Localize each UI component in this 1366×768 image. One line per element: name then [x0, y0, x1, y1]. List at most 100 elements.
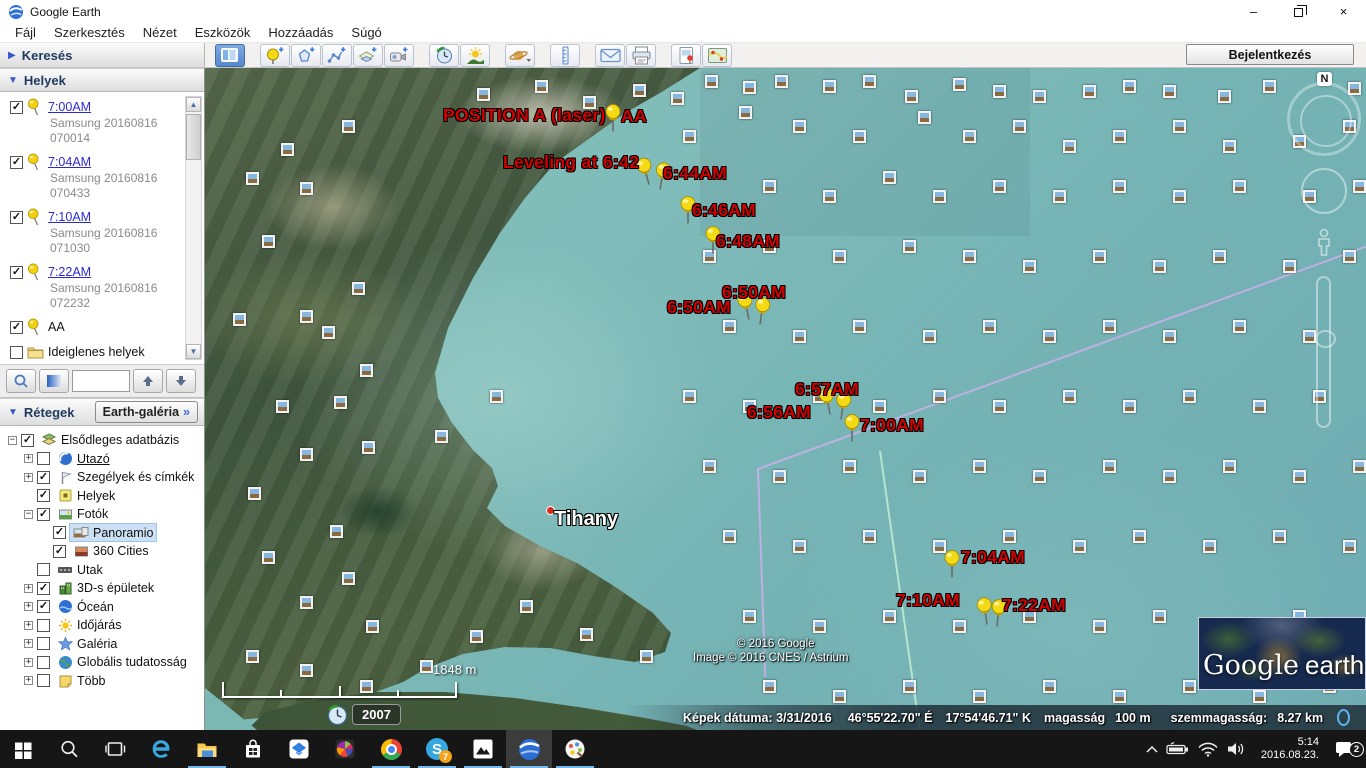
email-button[interactable] — [595, 44, 625, 67]
scroll-up-button[interactable]: ▲ — [186, 97, 201, 112]
panoramio-photo-icon[interactable] — [352, 282, 365, 295]
panoramio-photo-icon[interactable] — [1203, 540, 1216, 553]
panoramio-photo-icon[interactable] — [1153, 260, 1166, 273]
panoramio-photo-icon[interactable] — [1343, 250, 1356, 263]
panoramio-photo-icon[interactable] — [248, 487, 261, 500]
panoramio-photo-icon[interactable] — [723, 320, 736, 333]
panoramio-photo-icon[interactable] — [281, 143, 294, 156]
layer-checkbox[interactable] — [37, 452, 50, 465]
panoramio-photo-icon[interactable] — [823, 80, 836, 93]
layer-checkbox[interactable] — [37, 563, 50, 576]
scroll-down-button[interactable]: ▼ — [186, 344, 201, 359]
panoramio-photo-icon[interactable] — [833, 690, 846, 703]
add-path-button[interactable] — [322, 44, 352, 67]
taskbar-clock[interactable]: 5:14 2016.08.23. — [1261, 736, 1319, 762]
panoramio-photo-icon[interactable] — [1283, 260, 1296, 273]
panoramio-photo-icon[interactable] — [1043, 330, 1056, 343]
panoramio-photo-icon[interactable] — [342, 572, 355, 585]
place-checkbox[interactable] — [10, 211, 23, 224]
taskbar-store-icon[interactable] — [230, 730, 276, 768]
panoramio-photo-icon[interactable] — [300, 664, 313, 677]
menu-item-2[interactable]: Nézet — [134, 24, 186, 41]
tree-collapse-icon[interactable]: − — [24, 510, 33, 519]
panoramio-photo-icon[interactable] — [993, 180, 1006, 193]
panoramio-photo-icon[interactable] — [1233, 320, 1246, 333]
layer-checkbox[interactable] — [37, 471, 50, 484]
panoramio-photo-icon[interactable] — [1253, 400, 1266, 413]
panoramio-photo-icon[interactable] — [1073, 540, 1086, 553]
map-pushpin-icon[interactable] — [603, 103, 623, 133]
layer-item-global-awareness[interactable]: +Globális tudatosság — [4, 653, 202, 672]
taskbar-edge-icon[interactable] — [138, 730, 184, 768]
panoramio-photo-icon[interactable] — [262, 235, 275, 248]
panoramio-photo-icon[interactable] — [1183, 390, 1196, 403]
panoramio-photo-icon[interactable] — [1233, 180, 1246, 193]
map-pushpin-icon[interactable] — [842, 413, 862, 443]
panoramio-photo-icon[interactable] — [793, 330, 806, 343]
place-checkbox[interactable] — [10, 346, 23, 359]
panoramio-photo-icon[interactable] — [903, 680, 916, 693]
panoramio-photo-icon[interactable] — [1253, 690, 1266, 703]
panoramio-photo-icon[interactable] — [918, 111, 931, 124]
tree-expand-icon[interactable]: + — [24, 584, 33, 593]
panoramio-photo-icon[interactable] — [833, 250, 846, 263]
add-image-overlay-button[interactable] — [353, 44, 383, 67]
layer-item-gallery[interactable]: +Galéria — [4, 635, 202, 654]
zoom-slider[interactable] — [1316, 276, 1331, 428]
search-panel-header[interactable]: ▶ Keresés — [0, 43, 205, 67]
earth-gallery-button[interactable]: Earth-galéria » — [95, 401, 198, 423]
panoramio-photo-icon[interactable] — [1183, 680, 1196, 693]
place-label[interactable]: 7:00AM — [48, 100, 91, 114]
panoramio-photo-icon[interactable] — [1218, 90, 1231, 103]
panoramio-photo-icon[interactable] — [813, 620, 826, 633]
panoramio-photo-icon[interactable] — [1063, 390, 1076, 403]
tree-expand-icon[interactable]: + — [24, 676, 33, 685]
panoramio-photo-icon[interactable] — [743, 81, 756, 94]
layer-checkbox[interactable] — [37, 637, 50, 650]
layer-item-ocean[interactable]: +Óceán — [4, 598, 202, 617]
panoramio-photo-icon[interactable] — [342, 120, 355, 133]
panoramio-photo-icon[interactable] — [420, 660, 433, 673]
layer-item-primary-db[interactable]: −Elsődleges adatbázis — [4, 431, 202, 450]
layer-checkbox[interactable] — [37, 489, 50, 502]
places-filter-input[interactable] — [72, 370, 130, 392]
layer-item-borders[interactable]: +Szegélyek és címkék — [4, 468, 202, 487]
show-sunlight-button[interactable] — [460, 44, 490, 67]
panoramio-photo-icon[interactable] — [1343, 540, 1356, 553]
menu-item-0[interactable]: Fájl — [6, 24, 45, 41]
layer-label[interactable]: Fotók — [77, 507, 108, 521]
panoramio-photo-icon[interactable] — [535, 80, 548, 93]
action-center-icon[interactable]: 2 — [1332, 740, 1358, 759]
panoramio-photo-icon[interactable] — [334, 396, 347, 409]
panoramio-photo-icon[interactable] — [953, 78, 966, 91]
panoramio-photo-icon[interactable] — [1083, 85, 1096, 98]
close-button[interactable]: × — [1321, 0, 1366, 23]
panoramio-photo-icon[interactable] — [330, 525, 343, 538]
panoramio-photo-icon[interactable] — [1063, 140, 1076, 153]
layer-label[interactable]: Utak — [77, 563, 103, 577]
pan-control[interactable] — [1301, 168, 1347, 214]
panoramio-photo-icon[interactable] — [1113, 690, 1126, 703]
menu-item-4[interactable]: Hozzáadás — [259, 24, 342, 41]
panoramio-photo-icon[interactable] — [520, 600, 533, 613]
panoramio-photo-icon[interactable] — [1163, 330, 1176, 343]
panoramio-photo-icon[interactable] — [366, 620, 379, 633]
tree-expand-icon[interactable]: + — [24, 621, 33, 630]
panoramio-photo-icon[interactable] — [1353, 460, 1366, 473]
panoramio-photo-icon[interactable] — [1223, 460, 1236, 473]
move-up-button[interactable] — [133, 369, 163, 393]
panoramio-photo-icon[interactable] — [963, 130, 976, 143]
taskbar-dropbox-icon[interactable] — [276, 730, 322, 768]
layer-item-voyager[interactable]: +Utazó — [4, 450, 202, 469]
panoramio-photo-icon[interactable] — [1093, 620, 1106, 633]
panoramio-photo-icon[interactable] — [883, 171, 896, 184]
panoramio-photo-icon[interactable] — [703, 460, 716, 473]
panoramio-photo-icon[interactable] — [300, 448, 313, 461]
panoramio-photo-icon[interactable] — [723, 530, 736, 543]
panoramio-photo-icon[interactable] — [490, 390, 503, 403]
panoramio-photo-icon[interactable] — [322, 326, 335, 339]
place-label[interactable]: 7:04AM — [48, 155, 91, 169]
panoramio-photo-icon[interactable] — [477, 88, 490, 101]
add-polygon-button[interactable] — [291, 44, 321, 67]
restore-button[interactable] — [1276, 0, 1321, 23]
